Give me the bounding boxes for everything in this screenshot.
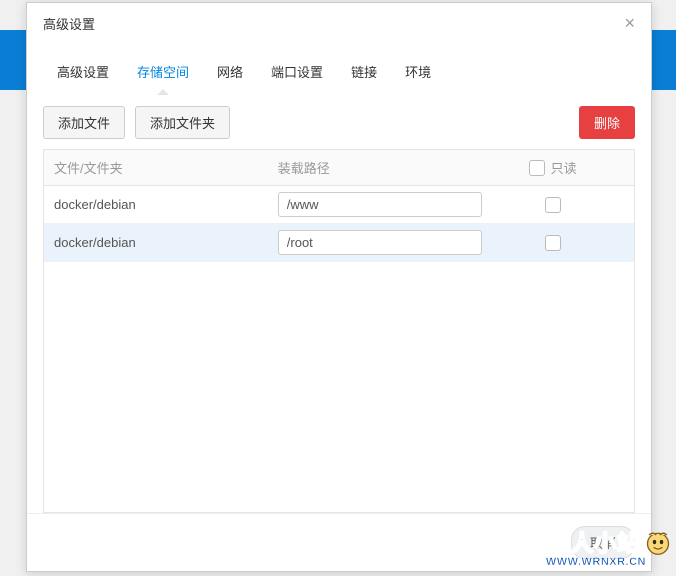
volumes-table: 文件/文件夹 装载路径 只读 docker/debian <box>43 149 635 513</box>
col-header-readonly: 只读 <box>492 150 614 186</box>
delete-button[interactable]: 删除 <box>579 106 635 139</box>
readonly-checkbox[interactable] <box>545 235 561 251</box>
modal-header: 高级设置 × <box>27 3 651 44</box>
col-header-mount: 装载路径 <box>268 150 492 186</box>
table-row[interactable]: docker/debian <box>44 224 634 262</box>
add-folder-button[interactable]: 添加文件夹 <box>135 106 230 139</box>
mount-path-input[interactable] <box>278 192 482 217</box>
modal-advanced-settings: 高级设置 × 高级设置 存储空间 网络 端口设置 链接 环境 添加文件 添加文件… <box>26 2 652 572</box>
cell-file: docker/debian <box>44 224 268 262</box>
toolbar: 添加文件 添加文件夹 删除 <box>27 90 651 149</box>
cancel-button[interactable]: 取消 <box>571 526 635 559</box>
tab-ports[interactable]: 端口设置 <box>257 54 337 89</box>
tabs: 高级设置 存储空间 网络 端口设置 链接 环境 <box>27 44 651 90</box>
readonly-checkbox[interactable] <box>545 197 561 213</box>
readonly-header-label: 只读 <box>551 158 577 177</box>
watermark-url: WWW.WRNXR.CN <box>546 556 646 568</box>
mount-path-input[interactable] <box>278 230 482 255</box>
tab-network[interactable]: 网络 <box>203 54 257 89</box>
modal-title: 高级设置 <box>43 14 95 33</box>
cell-file: docker/debian <box>44 186 268 224</box>
table-row[interactable]: docker/debian <box>44 186 634 224</box>
tab-advanced[interactable]: 高级设置 <box>43 54 123 89</box>
close-icon[interactable]: × <box>624 13 635 34</box>
add-file-button[interactable]: 添加文件 <box>43 106 125 139</box>
readonly-all-checkbox[interactable] <box>529 160 545 176</box>
tab-links[interactable]: 链接 <box>337 54 391 89</box>
tab-storage[interactable]: 存储空间 <box>123 54 203 89</box>
tab-env[interactable]: 环境 <box>391 54 445 89</box>
col-header-file: 文件/文件夹 <box>44 150 268 186</box>
